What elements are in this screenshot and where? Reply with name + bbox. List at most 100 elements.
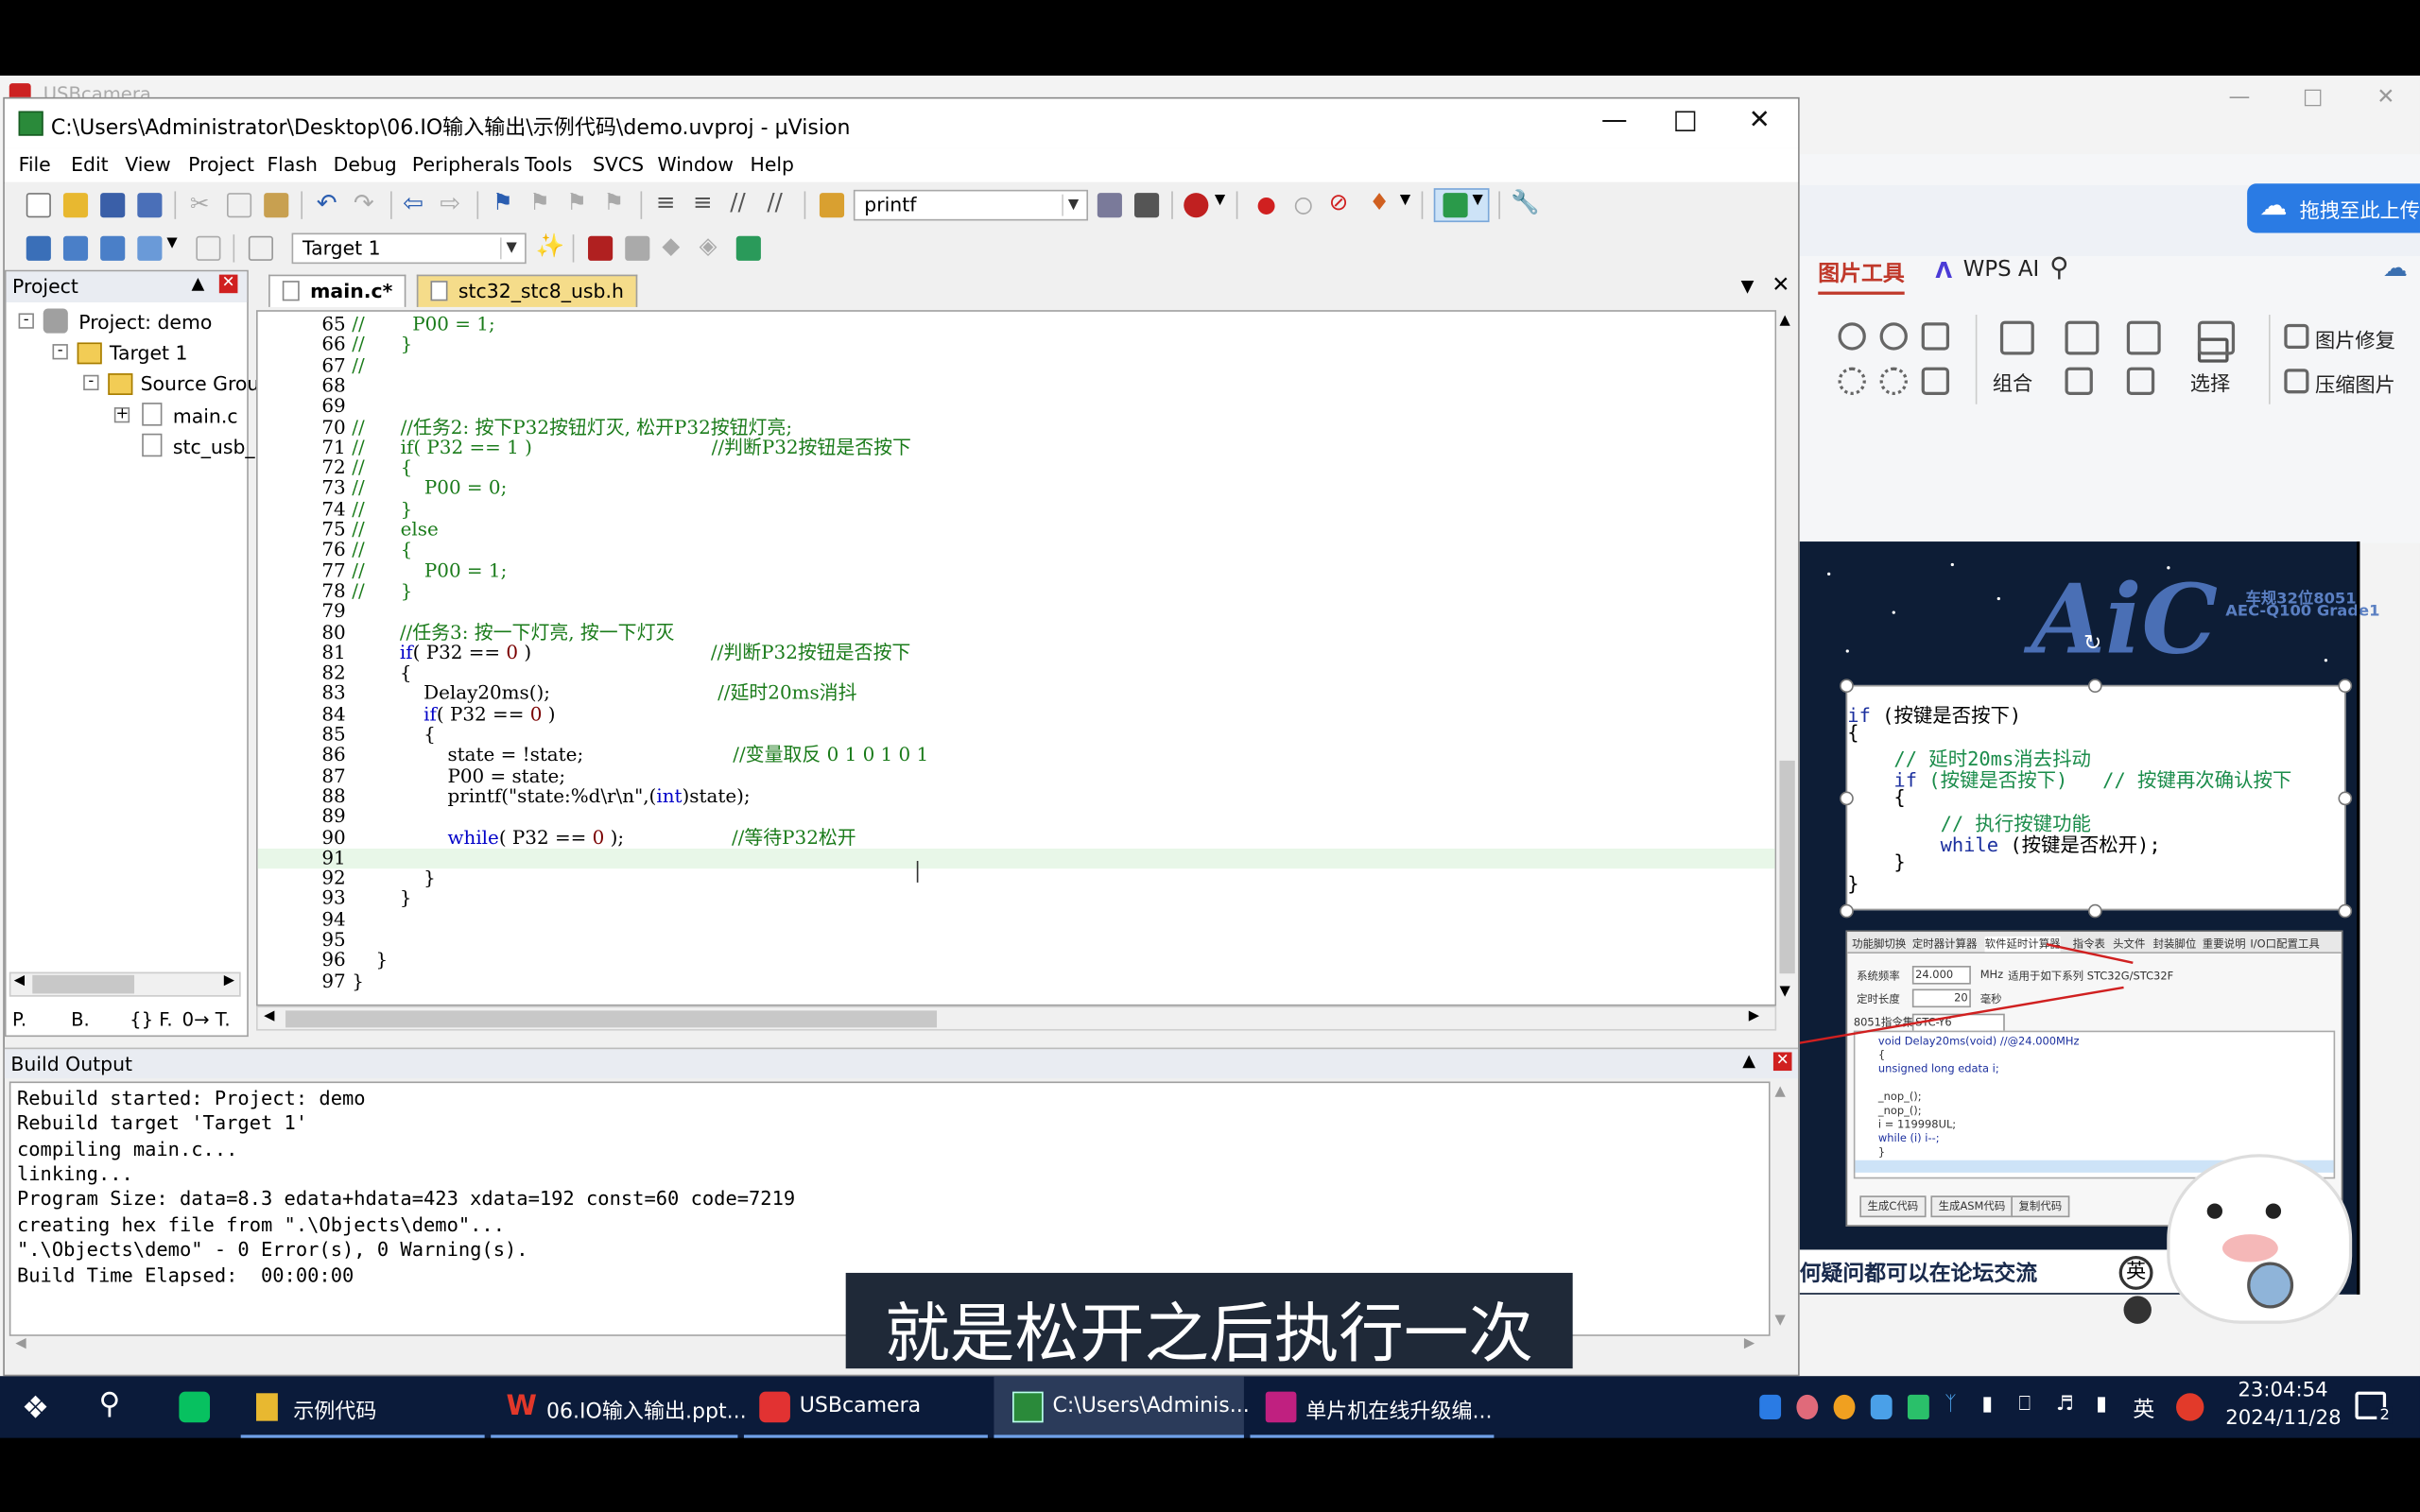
wechat-icon[interactable] [179,1391,211,1423]
image-repair-button[interactable]: 图片修复 [2315,324,2395,352]
slide-code-box[interactable]: if (按键是否按下) { // 延时20ms消去抖动 if (按键是否按下) … [1845,684,2346,911]
resize-handle[interactable] [1840,791,1854,806]
code-line[interactable]: 92 } [258,868,1775,889]
code-line[interactable]: 77 // P00 = 1; [258,559,1775,582]
indent-icon[interactable]: ≡ [656,188,676,215]
select-label[interactable]: 选择 [2190,368,2230,396]
find-in-files-icon[interactable] [819,193,845,218]
code-line[interactable]: 69 [258,396,1775,418]
debug-session-icon[interactable] [1184,193,1209,218]
tab-main-c[interactable]: main.c* [268,274,406,307]
menu-edit[interactable]: Edit [71,153,109,176]
effects-icon[interactable] [1921,367,1950,395]
bluetooth-icon[interactable]: ᛉ [1945,1393,1957,1416]
translate-icon[interactable] [26,235,51,261]
code-line[interactable]: 94 [258,908,1775,931]
taskbar-item-explorer[interactable]: 示例代码 [240,1376,485,1438]
code-line[interactable]: 88 printf("state:%d\r\n",(int)state); [258,785,1775,807]
tree-stc-usb-h[interactable]: stc_usb_ [173,435,255,457]
comment-icon[interactable]: // [730,188,746,215]
resize-handle[interactable] [2338,679,2353,694]
code-line[interactable]: 90 while( P32 == 0 ); //等待P32松开 [258,827,1775,849]
close-icon[interactable]: ✕ [1772,1052,1792,1072]
pin-icon[interactable]: ▲ [191,273,204,293]
unindent-icon[interactable]: ≡ [693,188,713,215]
forward-icon[interactable]: ⇨ [440,188,460,217]
undo-icon[interactable]: ↶ [317,188,337,217]
editor-hscroll[interactable]: ◀ ▶ [256,1005,1777,1031]
share-upload-button[interactable]: ☁ 拖拽至此上传 [2247,183,2420,233]
code-line[interactable]: 96 } [258,950,1775,971]
code-line[interactable]: 70 // //任务2: 按下P32按钮灯灭, 松开P32按钮灯亮; [258,416,1775,438]
stop-build-icon[interactable] [196,235,221,261]
ime-indicator[interactable]: 英 [2133,1393,2154,1424]
security-icon[interactable] [2176,1393,2204,1421]
tab-list-chevron-icon[interactable]: ▼ [1741,276,1754,296]
save-all-icon[interactable] [137,193,163,218]
menu-help[interactable]: Help [750,153,794,176]
code-line[interactable]: 78 // } [258,580,1775,602]
resize-handle[interactable] [2087,679,2102,694]
code-editor[interactable]: 65 // P00 = 1; 66 // } 67 // 68 69 70 // //任务2: 按… [256,310,1777,1006]
menu-view[interactable]: View [125,153,170,176]
wrench-icon[interactable]: 🔧 [1511,188,1540,215]
scroll-thumb[interactable] [32,974,135,994]
code-line[interactable]: 91 [257,847,1775,869]
target-options-icon[interactable]: ✨ [536,232,565,259]
windows-start-icon[interactable]: ❖ [22,1388,49,1425]
code-line[interactable]: 75 // else [258,519,1775,541]
tab-project[interactable]: P. [12,1009,26,1031]
tray-app-icon[interactable] [1759,1394,1782,1420]
run-time-env-icon[interactable] [735,235,761,261]
incremental-find-icon[interactable] [1133,193,1160,218]
minimize-button[interactable]: — [1579,105,1650,142]
scroll-down-icon[interactable]: ▼ [1775,1313,1786,1328]
code-line[interactable]: 82 { [258,662,1775,684]
code-line[interactable]: 83 Delay20ms(); //延时20ms消抖 [258,683,1775,705]
tray-app-icon[interactable] [1870,1394,1893,1420]
prev-bookmark-icon[interactable]: ⚑ [529,188,550,215]
code-line[interactable]: 95 [258,929,1775,951]
rebuild-icon[interactable] [100,235,126,261]
usb-drive-icon[interactable]: ▮ [1981,1393,1993,1416]
tab-picture-tools[interactable]: 图片工具 [1818,258,1905,295]
layer-icon[interactable] [2126,367,2155,395]
maximize-button[interactable]: □ [1650,105,1720,142]
tree-source-group[interactable]: Source Grou [141,371,260,394]
build-icon[interactable] [62,235,89,261]
open-file-icon[interactable] [62,193,89,218]
scroll-left-icon[interactable]: ◀ [264,1009,274,1024]
title-bar[interactable]: C:\Users\Administrator\Desktop\06.IO输入输出… [4,98,1799,148]
scroll-up-icon[interactable]: ▲ [1775,1085,1786,1100]
resize-handle[interactable] [2338,791,2353,806]
rotate-handle-icon[interactable]: ↻ [2083,631,2101,656]
tab-books[interactable]: B. [71,1009,90,1031]
network-icon[interactable]: ⎕ [2019,1393,2031,1416]
pin-icon[interactable]: ▲ [1742,1051,1755,1071]
code-line[interactable]: 80 //任务3: 按一下灯亮, 按一下灯灭 [258,621,1775,644]
select-packs-icon[interactable]: ◈ [700,232,717,259]
chevron-down-icon[interactable]: ▼ [499,237,522,260]
close-icon[interactable]: ✕ [218,274,238,294]
chevron-down-icon[interactable]: ▼ [1473,193,1483,208]
code-line[interactable]: 74 // } [258,498,1775,520]
collapse-icon[interactable]: - [18,313,34,329]
usb-maximize-button[interactable]: □ [2303,85,2324,110]
menu-file[interactable]: File [19,153,51,176]
new-file-icon[interactable] [26,193,51,218]
collapse-icon[interactable]: - [83,374,99,391]
code-line[interactable]: 87 P00 = state; [258,765,1775,787]
group-icon[interactable] [1999,320,2034,355]
disable-breakpoint-icon[interactable] [1294,197,1312,215]
code-line[interactable]: 89 [258,806,1775,828]
cut-icon[interactable]: ✂ [190,190,210,217]
clock-date[interactable]: 2024/11/28 [2225,1407,2341,1430]
code-line[interactable]: 84 if( P32 == 0 ) [258,703,1775,726]
code-line[interactable]: 85 { [258,724,1775,746]
bookmark-icon[interactable]: ⚑ [493,188,513,215]
select-icon[interactable] [2197,320,2236,355]
find-icon[interactable] [1097,193,1122,218]
pack-installer-icon[interactable]: ◆ [662,232,680,259]
load-icon[interactable] [248,235,273,261]
scroll-right-icon[interactable]: ▶ [1744,1336,1754,1351]
